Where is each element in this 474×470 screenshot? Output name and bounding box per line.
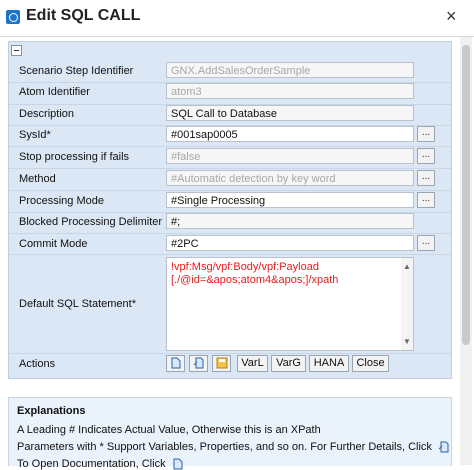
explanation-line-1: A Leading # Indicates Actual Value, Othe… bbox=[17, 424, 321, 436]
varg-button[interactable]: VarG bbox=[271, 355, 306, 372]
stop-processing-label: Stop processing if fails bbox=[19, 151, 130, 163]
link-doc-icon bbox=[193, 357, 203, 369]
title-divider bbox=[0, 36, 474, 37]
description-label: Description bbox=[19, 108, 75, 120]
document-icon[interactable] bbox=[172, 458, 184, 470]
commit-mode-label: Commit Mode bbox=[19, 238, 88, 250]
hana-button[interactable]: HANA bbox=[309, 355, 349, 372]
close-icon[interactable]: × bbox=[446, 6, 457, 27]
row-divider bbox=[9, 146, 451, 147]
method-field[interactable]: #Automatic detection by key word bbox=[166, 170, 414, 186]
scroll-down-icon[interactable]: ▼ bbox=[403, 335, 411, 348]
link-document-button[interactable] bbox=[189, 355, 208, 372]
processing-mode-label: Processing Mode bbox=[19, 195, 104, 207]
method-browse-button[interactable]: ... bbox=[417, 170, 435, 186]
blocked-delimiter-field[interactable]: #; bbox=[166, 213, 414, 229]
scenario-step-identifier-label: Scenario Step Identifier bbox=[19, 65, 134, 77]
blocked-delimiter-label: Blocked Processing Delimiter bbox=[19, 216, 163, 228]
sql-line-1: !vpf:Msg/vpf:Body/vpf:Payload bbox=[171, 261, 319, 273]
commit-mode-browse-button[interactable]: ... bbox=[417, 235, 435, 251]
explanations-panel: Explanations A Leading # Indicates Actua… bbox=[8, 397, 452, 470]
row-divider bbox=[9, 190, 451, 191]
sysid-browse-button[interactable]: ... bbox=[417, 126, 435, 142]
sysid-label: SysId* bbox=[19, 129, 51, 141]
explanations-title: Explanations bbox=[17, 405, 86, 417]
sql-statement-label: Default SQL Statement* bbox=[19, 298, 136, 310]
actions-label: Actions bbox=[19, 358, 56, 370]
row-divider bbox=[9, 254, 451, 255]
close-button[interactable]: Close bbox=[352, 355, 389, 372]
textarea-scrollbar[interactable]: ▲ ▼ bbox=[401, 258, 413, 350]
scroll-up-icon[interactable]: ▲ bbox=[403, 260, 411, 273]
link-doc-icon[interactable] bbox=[438, 441, 450, 453]
row-divider bbox=[9, 168, 451, 169]
sysid-field[interactable]: #001sap0005 bbox=[166, 126, 414, 142]
scrollbar-thumb[interactable] bbox=[462, 45, 470, 345]
atom-identifier-label: Atom Identifier bbox=[19, 86, 90, 98]
title-bar: Edit SQL CALL × bbox=[0, 0, 474, 36]
form-panel: Scenario Step Identifier GNX.AddSalesOrd… bbox=[8, 41, 452, 379]
method-label: Method bbox=[19, 173, 56, 185]
app-icon bbox=[6, 10, 20, 24]
explanation-line-2-wrap: Parameters with * Support Variables, Pro… bbox=[17, 441, 450, 453]
processing-mode-browse-button[interactable]: ... bbox=[417, 192, 435, 208]
explanation-line-2: Parameters with * Support Variables, Pro… bbox=[17, 441, 432, 453]
description-field[interactable]: SQL Call to Database bbox=[166, 105, 414, 121]
scenario-step-identifier-field[interactable]: GNX.AddSalesOrderSample bbox=[166, 62, 414, 78]
stop-processing-browse-button[interactable]: ... bbox=[417, 148, 435, 164]
save-button[interactable] bbox=[212, 355, 231, 372]
atom-identifier-field[interactable]: atom3 bbox=[166, 83, 414, 99]
sql-statement-textarea[interactable]: !vpf:Msg/vpf:Body/vpf:Payload [./@id=&ap… bbox=[166, 257, 414, 351]
processing-mode-field[interactable]: #Single Processing bbox=[166, 192, 414, 208]
sql-line-2: [./@id=&apos;atom4&apos;]/xpath bbox=[171, 274, 339, 286]
stop-processing-field[interactable]: #false bbox=[166, 148, 414, 164]
document-icon bbox=[171, 357, 180, 369]
save-icon bbox=[216, 357, 227, 369]
row-divider bbox=[9, 353, 451, 354]
window-title: Edit SQL CALL bbox=[26, 7, 141, 24]
explanation-line-3: To Open Documentation, Click bbox=[17, 458, 166, 470]
open-document-button[interactable] bbox=[166, 355, 185, 372]
row-divider bbox=[9, 233, 451, 234]
varl-button[interactable]: VarL bbox=[237, 355, 268, 372]
window-scrollbar[interactable] bbox=[460, 37, 472, 465]
collapse-toggle-icon[interactable] bbox=[11, 45, 22, 56]
commit-mode-field[interactable]: #2PC bbox=[166, 235, 414, 251]
explanation-line-3-wrap: To Open Documentation, Click bbox=[17, 458, 184, 470]
